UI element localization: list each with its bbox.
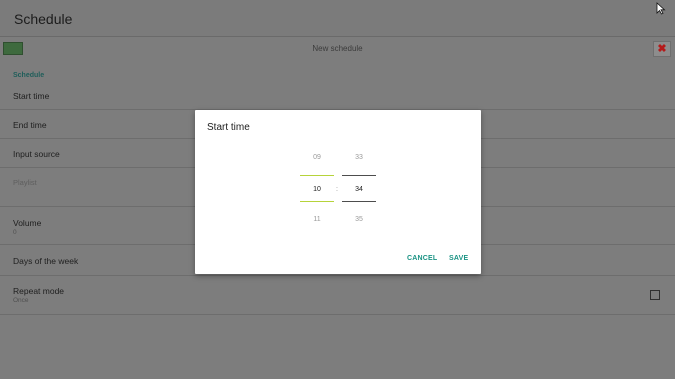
- row-value: 0: [13, 229, 17, 236]
- row-label: Volume: [13, 218, 42, 228]
- row-label: Input source: [13, 149, 60, 159]
- row-label: Days of the week: [13, 256, 79, 266]
- minute-prev[interactable]: 33: [342, 154, 376, 161]
- toolbar: New schedule ✖: [0, 38, 675, 60]
- hour-bottom-divider: [300, 201, 334, 202]
- section-label: Schedule: [13, 72, 45, 79]
- mouse-cursor-icon: [656, 2, 666, 15]
- app-bar: Schedule: [0, 0, 675, 37]
- hour-prev[interactable]: 09: [300, 154, 334, 161]
- row-value: Once: [13, 297, 29, 304]
- hour-top-divider: [300, 175, 334, 176]
- minute-next[interactable]: 35: [342, 216, 376, 223]
- cancel-button[interactable]: CANCEL: [407, 255, 437, 262]
- row-label: Start time: [13, 91, 50, 101]
- minute-selected[interactable]: 34: [342, 186, 376, 193]
- checkbox-icon[interactable]: [650, 290, 660, 300]
- toolbar-title: New schedule: [312, 44, 363, 53]
- row-label: Repeat mode: [13, 286, 65, 296]
- row-label: Playlist: [13, 178, 37, 187]
- dialog-title: Start time: [207, 122, 250, 133]
- row-start-time[interactable]: Start time: [0, 84, 675, 110]
- row-label: End time: [13, 120, 47, 130]
- minute-bottom-divider: [342, 201, 376, 202]
- close-icon[interactable]: ✖: [653, 41, 671, 57]
- save-button[interactable]: SAVE: [449, 255, 468, 262]
- row-repeat-mode[interactable]: Repeat mode Once: [0, 276, 675, 315]
- minute-top-divider: [342, 175, 376, 176]
- time-picker-dialog: Start time 09 33 10 : 34 11 35 CANCEL SA…: [195, 110, 481, 274]
- time-separator: :: [336, 186, 338, 193]
- app-title: Schedule: [14, 11, 73, 27]
- hour-next[interactable]: 11: [300, 216, 334, 223]
- hour-selected[interactable]: 10: [300, 186, 334, 193]
